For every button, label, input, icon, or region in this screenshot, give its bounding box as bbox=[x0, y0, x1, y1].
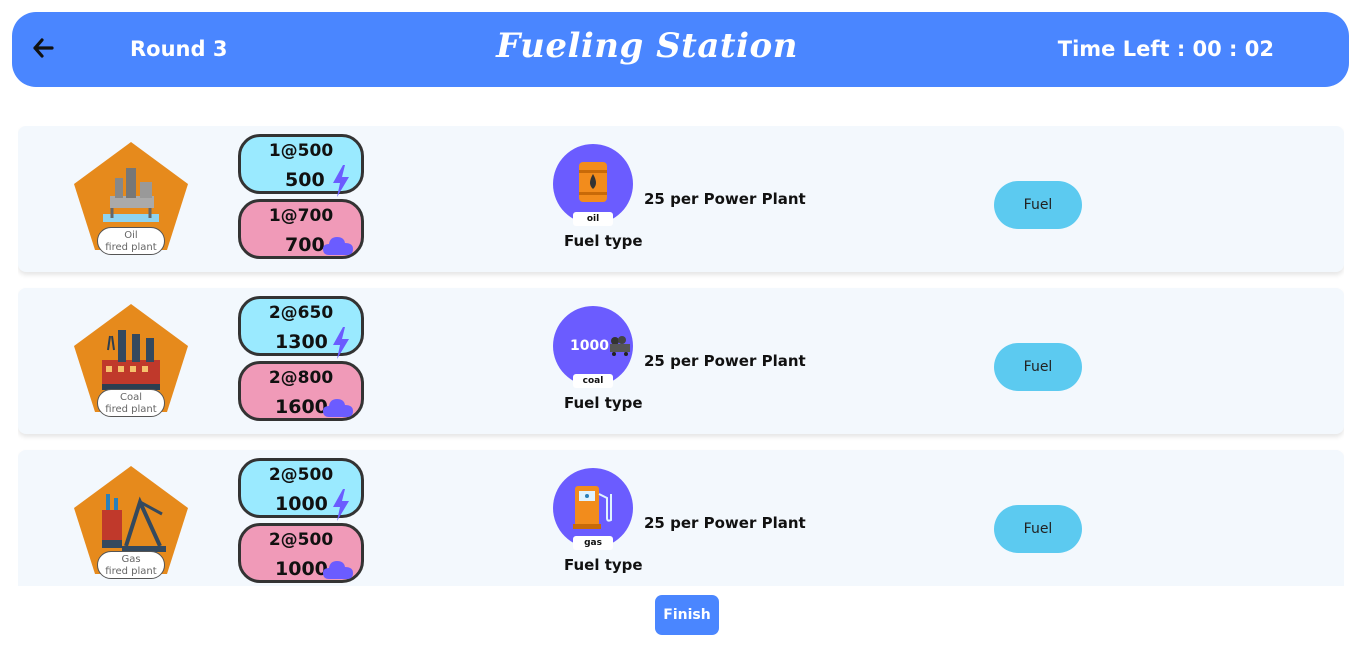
power-output-pill: 1@500 500 bbox=[238, 134, 364, 197]
power-rate: 1@500 bbox=[268, 141, 334, 161]
coal-cart-icon bbox=[610, 336, 630, 356]
plant-list[interactable]: Oil fired plant 1@500 500 1@700 700 oil … bbox=[18, 126, 1344, 586]
power-output-pill: 2@650 1300 bbox=[238, 296, 364, 359]
fuel-button[interactable]: Fuel bbox=[994, 505, 1082, 553]
time-left-label: Time Left : 00 : 02 bbox=[1057, 37, 1274, 61]
emission-rate: 1@700 bbox=[268, 206, 334, 226]
power-output-pill: 2@500 1000 bbox=[238, 458, 364, 521]
emission-pill: 2@800 1600 bbox=[238, 361, 364, 421]
fuel-quantity: 1000 bbox=[570, 338, 609, 354]
lightning-icon bbox=[333, 489, 349, 521]
plant-name-label: Coal fired plant bbox=[97, 389, 165, 417]
cloud-icon bbox=[323, 237, 353, 255]
fuel-tag: coal bbox=[573, 374, 613, 388]
power-total: 1000 bbox=[275, 493, 328, 515]
cloud-icon bbox=[323, 399, 353, 417]
plant-name-label: Gas fired plant bbox=[97, 551, 165, 579]
power-total: 500 bbox=[285, 169, 325, 191]
fuel-type-label: Fuel type bbox=[564, 232, 643, 250]
plant-name-line1: Oil bbox=[124, 230, 138, 241]
power-rate: 2@500 bbox=[268, 465, 334, 485]
emission-total: 1000 bbox=[275, 558, 328, 580]
fuel-type-label: Fuel type bbox=[564, 394, 643, 412]
emission-rate: 2@800 bbox=[268, 368, 334, 388]
fuel-tag: gas bbox=[573, 536, 613, 550]
fuel-type-badge: 1000 coal bbox=[553, 306, 633, 388]
fuel-button[interactable]: Fuel bbox=[994, 181, 1082, 229]
power-total: 1300 bbox=[275, 331, 328, 353]
lightning-icon bbox=[333, 327, 349, 359]
fuel-tag: oil bbox=[573, 212, 613, 226]
lightning-icon bbox=[333, 165, 349, 197]
emission-total: 1600 bbox=[275, 396, 328, 418]
emission-total: 700 bbox=[285, 234, 325, 256]
emission-rate: 2@500 bbox=[268, 530, 334, 550]
plant-name-line1: Gas bbox=[121, 554, 141, 565]
plant-name-line2: fired plant bbox=[105, 566, 157, 577]
cloud-icon bbox=[323, 561, 353, 579]
plant-name-line1: Coal bbox=[119, 392, 142, 403]
power-rate: 2@650 bbox=[268, 303, 334, 323]
plant-name-line2: fired plant bbox=[105, 404, 157, 415]
plant-name-label: Oil fired plant bbox=[97, 227, 165, 255]
plant-name-line2: fired plant bbox=[105, 242, 157, 253]
fuel-type-label: Fuel type bbox=[564, 556, 643, 574]
fuel-type-badge: gas bbox=[553, 468, 633, 550]
per-plant-label: 25 per Power Plant bbox=[644, 190, 806, 208]
emission-pill: 1@700 700 bbox=[238, 199, 364, 259]
fuel-type-badge: oil bbox=[553, 144, 633, 226]
plant-row-gas: Gas fired plant 2@500 1000 2@500 1000 ga… bbox=[18, 450, 1344, 586]
finish-button[interactable]: Finish bbox=[655, 595, 719, 635]
plant-row-oil: Oil fired plant 1@500 500 1@700 700 oil … bbox=[18, 126, 1344, 272]
fuel-button[interactable]: Fuel bbox=[994, 343, 1082, 391]
emission-pill: 2@500 1000 bbox=[238, 523, 364, 583]
plant-row-coal: Coal fired plant 2@650 1300 2@800 1600 1… bbox=[18, 288, 1344, 434]
per-plant-label: 25 per Power Plant bbox=[644, 352, 806, 370]
top-bar: Round 3 Fueling Station Time Left : 00 :… bbox=[12, 12, 1349, 87]
per-plant-label: 25 per Power Plant bbox=[644, 514, 806, 532]
